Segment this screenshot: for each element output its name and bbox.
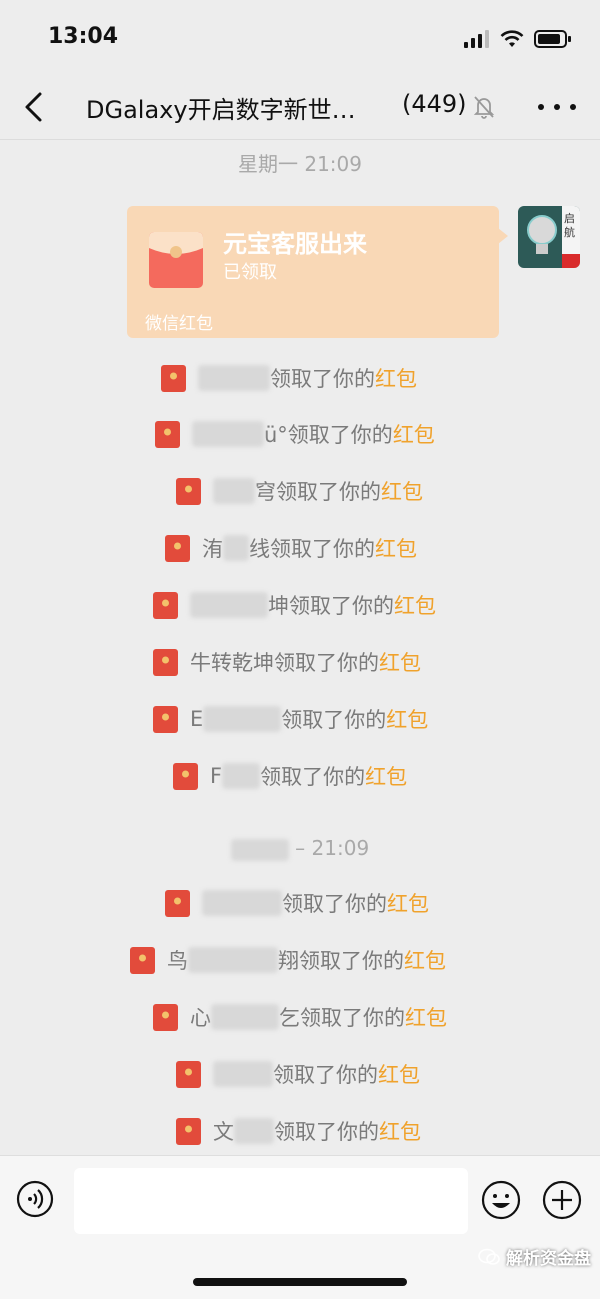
back-icon[interactable] [18,89,52,125]
red-packet-title: 元宝客服出来 [223,230,367,258]
message-input[interactable] [74,1168,468,1234]
envelope-icon [153,1003,178,1031]
envelope-icon [173,762,198,790]
system-notice: 坤领取了你的 红包 [153,589,436,621]
timestamp: – 21:09 [0,836,600,861]
chat-title[interactable]: DGalaxy开启数字新世… [86,90,356,125]
system-notice: 文领取了你的 红包 [176,1115,421,1147]
envelope-icon [176,1117,201,1145]
mute-icon [473,96,495,119]
red-packet-footer: 微信红包 [145,314,213,334]
home-indicator [193,1278,407,1286]
system-notice: 穹领取了你的 红包 [176,475,423,507]
wechat-icon [478,1248,500,1265]
system-notice: 洧线领取了你的 红包 [165,532,417,564]
emoji-icon[interactable] [481,1180,521,1220]
status-icons [464,28,572,50]
system-notice: 领取了你的 红包 [176,1058,420,1090]
envelope-icon [153,648,178,676]
envelope-icon [155,420,180,448]
envelope-icon [149,232,203,288]
envelope-icon [161,364,186,392]
system-notice: ü°领取了你的 红包 [155,418,435,450]
battery-icon [534,30,571,48]
system-notice: 心乞领取了你的 红包 [153,1001,447,1033]
more-icon[interactable] [538,95,576,119]
system-notice: E 领取了你的 红包 [153,703,428,735]
avatar[interactable]: 启航 [518,206,580,268]
signal-icon [464,30,489,48]
envelope-icon [130,946,155,974]
system-notice: 领取了你的 红包 [165,887,429,919]
envelope-icon [153,591,178,619]
timestamp: 星期一 21:09 [238,152,362,176]
envelope-icon [165,534,190,562]
status-bar: 13:04 [0,0,600,75]
plus-icon[interactable] [542,1180,582,1220]
wifi-icon [500,30,524,47]
avatar-text: 启航 [564,212,575,239]
red-packet-message[interactable]: 元宝客服出来 已领取 微信红包 [127,206,508,338]
chat-header: DGalaxy开启数字新世… (449) [0,75,600,140]
member-count: (449) [402,90,467,118]
voice-icon[interactable] [16,1180,54,1218]
system-notice: 领取了你的 红包 [161,362,417,394]
envelope-icon [176,1060,201,1088]
system-notice: 鸟翔领取了你的 红包 [130,944,446,976]
red-packet-status: 已领取 [223,262,277,283]
watermark: 解析资金盘 [478,1244,591,1269]
envelope-icon [165,889,190,917]
input-bar: 解析资金盘 [0,1155,600,1299]
status-time: 13:04 [48,24,119,49]
envelope-icon [153,705,178,733]
system-notice: F 领取了你的 红包 [173,760,407,792]
system-notice: 牛转乾坤 领取了你的 红包 [153,646,421,678]
envelope-icon [176,477,201,505]
